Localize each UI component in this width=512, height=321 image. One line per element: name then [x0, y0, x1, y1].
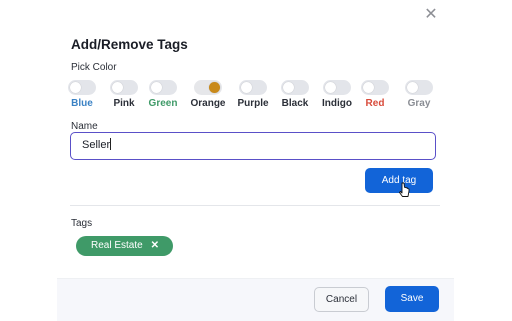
color-label-indigo: Indigo	[322, 98, 352, 109]
section-divider	[70, 205, 440, 206]
pick-color-label: Pick Color	[71, 62, 117, 73]
color-label-orange: Orange	[190, 98, 226, 109]
color-option-orange: Orange	[188, 80, 228, 109]
save-button[interactable]: Save	[385, 286, 439, 312]
toggle-knob	[407, 82, 418, 93]
color-label-pink: Pink	[113, 98, 135, 109]
color-label-green: Green	[148, 98, 178, 109]
tag-chip-label: Real Estate	[91, 240, 143, 251]
toggle-knob	[209, 82, 220, 93]
color-toggle-black[interactable]	[281, 80, 309, 95]
name-input[interactable]: Seller	[70, 132, 436, 160]
color-option-blue: Blue	[62, 80, 102, 109]
color-toggle-purple[interactable]	[239, 80, 267, 95]
toggle-knob	[325, 82, 336, 93]
toggle-knob	[112, 82, 123, 93]
color-option-indigo: Indigo	[317, 80, 357, 109]
color-option-pink: Pink	[104, 80, 144, 109]
color-toggle-red[interactable]	[361, 80, 389, 95]
color-option-purple: Purple	[233, 80, 273, 109]
color-label-purple: Purple	[237, 98, 269, 109]
color-label-black: Black	[281, 98, 309, 109]
text-caret	[110, 138, 112, 150]
color-label-red: Red	[365, 98, 385, 109]
color-toggle-orange[interactable]	[194, 80, 222, 95]
tags-label: Tags	[71, 218, 93, 229]
toggle-knob	[241, 82, 252, 93]
cancel-button[interactable]: Cancel	[314, 287, 369, 312]
tag-chip-real-estate: Real Estate ✕	[76, 236, 173, 256]
color-toggle-green[interactable]	[149, 80, 177, 95]
color-label-gray: Gray	[407, 98, 431, 109]
color-option-gray: Gray	[399, 80, 439, 109]
toggle-knob	[283, 82, 294, 93]
color-label-blue: Blue	[71, 98, 93, 109]
color-toggle-indigo[interactable]	[323, 80, 351, 95]
color-option-red: Red	[355, 80, 395, 109]
name-label: Name	[71, 121, 98, 132]
toggle-knob	[70, 82, 81, 93]
name-input-value: Seller	[82, 139, 111, 151]
color-option-green: Green	[143, 80, 183, 109]
toggle-knob	[151, 82, 162, 93]
color-toggle-gray[interactable]	[405, 80, 433, 95]
color-toggle-pink[interactable]	[110, 80, 138, 95]
color-option-black: Black	[275, 80, 315, 109]
close-icon[interactable]: ✕	[424, 7, 438, 23]
toggle-knob	[363, 82, 374, 93]
color-toggle-blue[interactable]	[68, 80, 96, 95]
x-icon[interactable]: ✕	[151, 236, 159, 256]
mouse-pointer-icon	[399, 182, 410, 197]
modal-title: Add/Remove Tags	[71, 37, 188, 52]
